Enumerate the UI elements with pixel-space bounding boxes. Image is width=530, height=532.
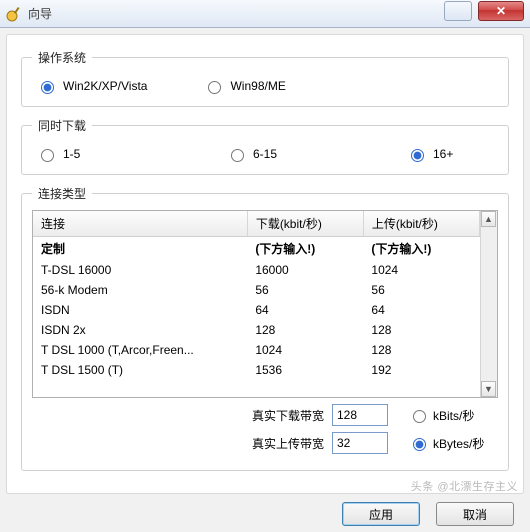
- titlebar-extra-button[interactable]: [444, 1, 472, 21]
- close-button[interactable]: ✕: [478, 1, 524, 21]
- table-cell: T DSL 1500 (T): [33, 360, 247, 380]
- table-cell: ISDN: [33, 300, 247, 320]
- table-cell: 1536: [247, 360, 363, 380]
- scroll-down-icon[interactable]: ▼: [481, 381, 496, 397]
- table-cell: (下方输入!): [363, 237, 479, 261]
- col-upload[interactable]: 上传(kbit/秒): [363, 211, 479, 237]
- table-row[interactable]: ISDN6464: [33, 300, 480, 320]
- os-radio-98[interactable]: [208, 81, 221, 94]
- table-cell: 56: [363, 280, 479, 300]
- titlebar: 向导 ✕: [0, 0, 530, 28]
- table-cell: T DSL 1000 (T,Arcor,Freen...: [33, 340, 247, 360]
- table-cell: 64: [247, 300, 363, 320]
- concurrent-option-6-15[interactable]: 6-15: [226, 146, 406, 162]
- os-legend: 操作系统: [32, 49, 92, 66]
- window-title: 向导: [28, 5, 52, 22]
- table-cell: 1024: [247, 340, 363, 360]
- unit-label: kBytes/秒: [433, 435, 484, 452]
- cancel-button[interactable]: 取消: [436, 502, 514, 526]
- table-cell: T-DSL 16000: [33, 260, 247, 280]
- table-row[interactable]: T DSL 1000 (T,Arcor,Freen...1024128: [33, 340, 480, 360]
- table-cell: 1024: [363, 260, 479, 280]
- apply-button[interactable]: 应用: [342, 502, 420, 526]
- table-row[interactable]: T-DSL 16000160001024: [33, 260, 480, 280]
- table-cell: 定制: [33, 237, 247, 261]
- table-cell: 128: [363, 320, 479, 340]
- table-cell: 64: [363, 300, 479, 320]
- connection-group: 连接类型 连接 下载(kbit/秒) 上传(kbit/秒) 定制(下方输入!)(…: [21, 185, 509, 471]
- close-icon: ✕: [496, 4, 506, 18]
- col-connection[interactable]: 连接: [33, 211, 247, 237]
- wizard-icon: [6, 6, 22, 22]
- os-option-98[interactable]: Win98/ME: [203, 78, 285, 94]
- connection-table-wrap: 连接 下载(kbit/秒) 上传(kbit/秒) 定制(下方输入!)(下方输入!…: [32, 210, 498, 398]
- unit-radio-kbytes[interactable]: [413, 438, 426, 451]
- connection-legend: 连接类型: [32, 185, 92, 202]
- table-cell: ISDN 2x: [33, 320, 247, 340]
- concurrent-radio-1-5[interactable]: [41, 149, 54, 162]
- table-row[interactable]: 56-k Modem5656: [33, 280, 480, 300]
- table-row[interactable]: T DSL 1500 (T)1536192: [33, 360, 480, 380]
- col-download[interactable]: 下载(kbit/秒): [247, 211, 363, 237]
- concurrent-option-label: 1-5: [63, 147, 80, 161]
- os-option-label: Win98/ME: [230, 79, 285, 93]
- unit-label: kBits/秒: [433, 407, 474, 424]
- concurrent-radio-6-15[interactable]: [231, 149, 244, 162]
- real-upload-input[interactable]: [332, 432, 388, 454]
- concurrent-radio-16plus[interactable]: [411, 149, 424, 162]
- concurrent-option-1-5[interactable]: 1-5: [36, 146, 226, 162]
- wizard-panel: 操作系统 Win2K/XP/Vista Win98/ME 同时下载 1-5: [6, 34, 524, 494]
- unit-option-kbits[interactable]: kBits/秒: [408, 407, 474, 424]
- table-cell: 128: [363, 340, 479, 360]
- table-cell: (下方输入!): [247, 237, 363, 261]
- os-group: 操作系统 Win2K/XP/Vista Win98/ME: [21, 49, 509, 107]
- unit-radio-kbits[interactable]: [413, 410, 426, 423]
- scrollbar[interactable]: ▲ ▼: [480, 211, 497, 397]
- concurrent-option-label: 6-15: [253, 147, 277, 161]
- table-cell: 128: [247, 320, 363, 340]
- unit-option-kbytes[interactable]: kBytes/秒: [408, 435, 484, 452]
- table-cell: 16000: [247, 260, 363, 280]
- os-option-vista[interactable]: Win2K/XP/Vista: [36, 78, 147, 94]
- connection-table[interactable]: 连接 下载(kbit/秒) 上传(kbit/秒) 定制(下方输入!)(下方输入!…: [33, 211, 480, 380]
- concurrent-option-label: 16+: [433, 147, 453, 161]
- os-radio-vista[interactable]: [41, 81, 54, 94]
- os-option-label: Win2K/XP/Vista: [63, 79, 147, 93]
- concurrent-group: 同时下载 1-5 6-15 16+: [21, 117, 509, 175]
- table-row[interactable]: 定制(下方输入!)(下方输入!): [33, 237, 480, 261]
- real-download-label: 真实下载带宽: [32, 407, 332, 424]
- concurrent-legend: 同时下载: [32, 117, 92, 134]
- table-row[interactable]: ISDN 2x128128: [33, 320, 480, 340]
- table-cell: 56-k Modem: [33, 280, 247, 300]
- table-cell: 56: [247, 280, 363, 300]
- real-download-input[interactable]: [332, 404, 388, 426]
- table-cell: 192: [363, 360, 479, 380]
- concurrent-option-16plus[interactable]: 16+: [406, 146, 453, 162]
- scroll-up-icon[interactable]: ▲: [481, 211, 496, 227]
- real-upload-label: 真实上传带宽: [32, 435, 332, 452]
